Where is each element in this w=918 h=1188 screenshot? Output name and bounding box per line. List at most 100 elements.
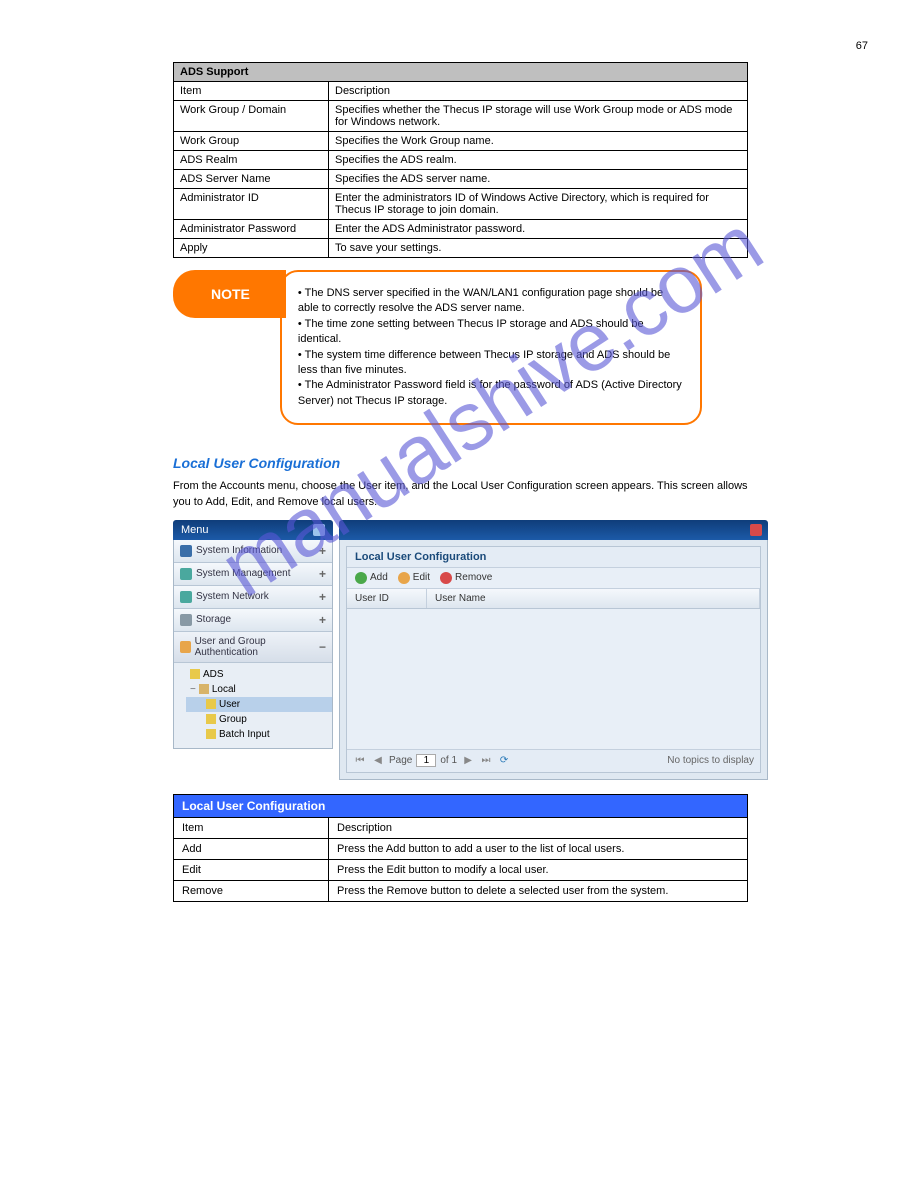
menu-item-label: User and Group Authentication [195,636,315,658]
tree-node-label: Group [219,714,247,725]
expand-icon: + [319,567,326,581]
config-panel: Local User Configuration Add Edit Remove [346,546,761,773]
ads-row-item: Administrator Password [174,220,329,239]
page-label: Page [389,755,412,766]
luc-row-item: Remove [174,880,329,901]
note-line: • The system time difference between The… [298,348,684,379]
local-user-heading: Local User Configuration [173,455,868,471]
refresh-button[interactable]: ⟳ [497,754,511,768]
ads-row-desc: Specifies the ADS server name. [329,170,748,189]
ads-row-item: Administrator ID [174,189,329,220]
menu-tree: ADS − Local User Group Batch Input [174,663,332,748]
last-page-button[interactable]: ⏭ [479,754,493,768]
gears-icon [180,568,192,580]
note-body: • The DNS server specified in the WAN/LA… [280,270,702,425]
ads-row-desc: Enter the administrators ID of Windows A… [329,189,748,220]
cube-icon [206,714,216,724]
ads-row-item: Apply [174,239,329,258]
edit-button[interactable]: Edit [398,572,430,584]
local-user-intro: From the Accounts menu, choose the User … [173,479,748,510]
cube-icon [206,699,216,709]
prev-page-button[interactable]: ◀ [371,754,385,768]
menu-title: Menu [181,524,209,536]
content-panel: Local User Configuration Add Edit Remove [339,520,768,780]
grid-col-userid: User ID [347,589,427,608]
ads-table-header: ADS Support [174,63,748,82]
ads-row-item: Work Group / Domain [174,101,329,132]
remove-icon [440,572,452,584]
menu-item-label: Storage [196,614,231,625]
tree-node-ads[interactable]: ADS [186,667,332,682]
remove-button[interactable]: Remove [440,572,492,584]
close-icon[interactable] [750,524,762,536]
tree-node-batch-input[interactable]: Batch Input [186,727,332,742]
cube-icon [190,669,200,679]
network-icon [180,591,192,603]
tree-node-local[interactable]: − Local [186,682,332,697]
page-input[interactable] [416,754,436,767]
edit-icon [398,572,410,584]
toolbar: Add Edit Remove [347,568,760,589]
ads-row-desc: Specifies the Work Group name. [329,132,748,151]
luc-row-desc: Press the Edit button to modify a local … [329,859,748,880]
luc-row-item: Edit [174,859,329,880]
cube-icon [206,729,216,739]
folder-icon [199,684,209,694]
info-icon [180,545,192,557]
tree-node-label: Batch Input [219,729,270,740]
note-label: NOTE [173,270,286,318]
menu-item-storage[interactable]: Storage + [174,609,332,632]
tree-node-label: User [219,699,240,710]
add-icon [355,572,367,584]
tree-node-group[interactable]: Group [186,712,332,727]
ads-row-item: ADS Server Name [174,170,329,189]
menu-panel: Menu System Information + System Managem… [173,520,333,780]
menu-list: System Information + System Management +… [173,540,333,749]
luc-row-desc: Press the Add button to add a user to th… [329,838,748,859]
ads-item-header: Item [174,82,329,101]
expand-icon: + [319,590,326,604]
grid-body [347,609,760,749]
menu-item-label: System Network [196,591,269,602]
collapse-icon: − [190,684,196,695]
expand-icon: + [319,544,326,558]
content-body: Local User Configuration Add Edit Remove [339,540,768,780]
expand-icon: + [319,613,326,627]
edit-label: Edit [413,572,430,583]
panel-title: Local User Configuration [347,547,760,568]
ads-row-item: ADS Realm [174,151,329,170]
luc-item-header: Item [174,817,329,838]
add-label: Add [370,572,388,583]
luc-row-item: Add [174,838,329,859]
tree-node-label: ADS [203,669,224,680]
luc-row-desc: Press the Remove button to delete a sele… [329,880,748,901]
content-header [339,520,768,540]
note-line: • The Administrator Password field is fo… [298,378,684,409]
next-page-button[interactable]: ▶ [461,754,475,768]
tree-node-user[interactable]: User [186,697,332,712]
menu-item-system-info[interactable]: System Information + [174,540,332,563]
pager: ⏮ ◀ Page of 1 ▶ ⏭ ⟳ No topics to display [347,749,760,772]
menu-item-system-network[interactable]: System Network + [174,586,332,609]
first-page-button[interactable]: ⏮ [353,754,367,768]
local-user-config-table: Local User Configuration ItemDescription… [173,794,748,902]
ads-support-table: ADS Support ItemDescription Work Group /… [173,62,748,258]
menu-item-user-group-auth[interactable]: User and Group Authentication − [174,632,332,663]
pager-message: No topics to display [667,755,754,766]
of-label: of 1 [440,755,457,766]
remove-label: Remove [455,572,492,583]
luc-table-header: Local User Configuration [174,794,748,817]
menu-item-label: System Information [196,545,282,556]
home-icon[interactable] [313,524,325,536]
tree-node-label: Local [212,684,236,695]
collapse-icon: − [319,640,326,654]
note-callout: NOTE • The DNS server specified in the W… [173,270,748,425]
menu-item-system-mgmt[interactable]: System Management + [174,563,332,586]
grid-header: User ID User Name [347,589,760,609]
users-icon [180,641,191,653]
ads-row-desc: Specifies whether the Thecus IP storage … [329,101,748,132]
ads-row-desc: Specifies the ADS realm. [329,151,748,170]
ads-row-desc: To save your settings. [329,239,748,258]
ads-desc-header: Description [329,82,748,101]
add-button[interactable]: Add [355,572,388,584]
